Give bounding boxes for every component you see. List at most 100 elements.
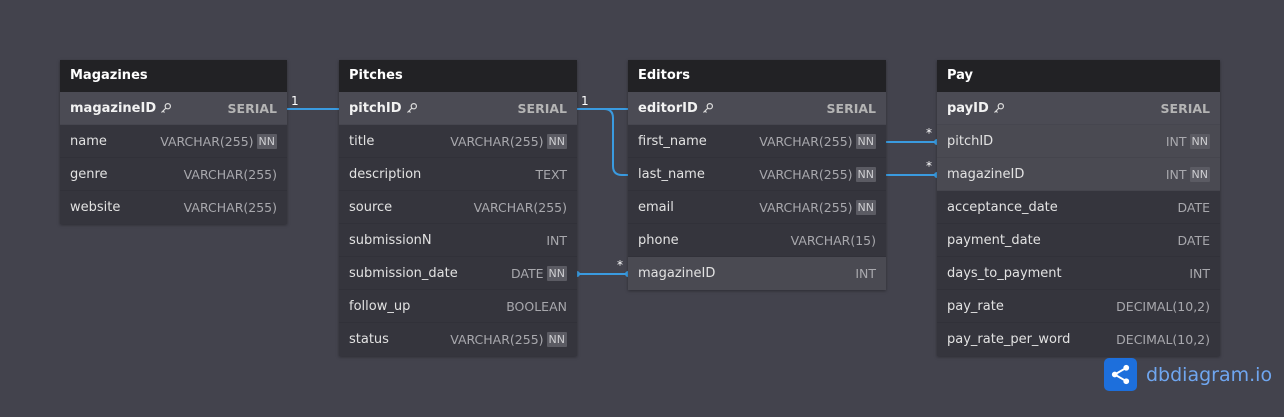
- field-row[interactable]: source VARCHAR(255): [339, 191, 577, 224]
- field-name: pitchID: [947, 134, 993, 149]
- link-pitches-editors-lastname[interactable]: [577, 108, 628, 176]
- field-type-text: VARCHAR(255): [160, 133, 254, 149]
- field-type: DATE: [1177, 233, 1210, 248]
- table-header[interactable]: Editors: [628, 60, 886, 92]
- field-type-text: VARCHAR(255): [183, 200, 277, 215]
- not-null-badge: NN: [256, 133, 277, 149]
- field-name-text: genre: [70, 166, 108, 182]
- field-type-text: VARCHAR(255): [183, 166, 277, 182]
- field-name-text: submission_date: [349, 265, 458, 281]
- field-name-text: last_name: [638, 166, 705, 182]
- field-type-text: VARCHAR(255): [759, 133, 853, 149]
- field-type-text: SERIAL: [1160, 100, 1210, 116]
- field-row[interactable]: editorID SERIAL: [628, 92, 886, 125]
- field-row[interactable]: follow_up BOOLEAN: [339, 290, 577, 323]
- field-type-text: BOOLEAN: [506, 298, 567, 314]
- field-name: payment_date: [947, 233, 1041, 248]
- table-header[interactable]: Pay: [937, 60, 1220, 92]
- field-row[interactable]: pay_rate DECIMAL(10,2): [937, 290, 1220, 323]
- field-name: payID: [947, 101, 1005, 116]
- field-type: DATE NN: [511, 265, 567, 281]
- field-row[interactable]: payID SERIAL: [937, 92, 1220, 125]
- field-type-text: DECIMAL(10,2): [1116, 332, 1210, 347]
- table-header[interactable]: Magazines: [60, 60, 287, 92]
- field-row[interactable]: submissionN INT: [339, 224, 577, 257]
- table-editors[interactable]: Editors editorID SERIAL first_name VARCHAR(2…: [628, 60, 886, 290]
- field-row[interactable]: submission_date DATE NN: [339, 257, 577, 290]
- field-type-text: DATE: [1177, 199, 1210, 215]
- field-name: genre: [70, 167, 108, 182]
- field-name-text: pitchID: [349, 100, 402, 116]
- field-type-text: SERIAL: [227, 100, 277, 116]
- field-name: pitchID: [349, 101, 418, 116]
- field-name-text: status: [349, 332, 389, 347]
- field-type: BOOLEAN: [506, 299, 567, 314]
- field-type-text: INT: [1165, 166, 1187, 182]
- not-null-badge: NN: [855, 166, 876, 182]
- field-type: VARCHAR(255) NN: [450, 133, 567, 149]
- brand-name: dbdiagram.io: [1146, 363, 1273, 386]
- field-type: SERIAL: [228, 101, 277, 116]
- field-row[interactable]: magazineID INT NN: [937, 158, 1220, 191]
- field-row[interactable]: genre VARCHAR(255): [60, 158, 287, 191]
- cardinality-one-pitches: 1: [581, 94, 589, 108]
- field-type-text: VARCHAR(255): [759, 166, 853, 182]
- field-row[interactable]: description TEXT: [339, 158, 577, 191]
- field-row[interactable]: name VARCHAR(255) NN: [60, 125, 287, 158]
- field-row[interactable]: magazineID SERIAL: [60, 92, 287, 125]
- field-name-text: title: [349, 133, 375, 149]
- table-header[interactable]: Pitches: [339, 60, 577, 92]
- key-icon: [993, 102, 1005, 114]
- key-icon: [702, 102, 714, 114]
- field-type: VARCHAR(255): [474, 200, 567, 215]
- field-name-text: first_name: [638, 133, 707, 149]
- field-name: follow_up: [349, 299, 410, 314]
- brand-logo-link[interactable]: dbdiagram.io: [1104, 358, 1272, 391]
- field-type-text: SERIAL: [517, 100, 567, 116]
- table-magazines[interactable]: Magazines magazineID SERIAL name VARCHAR(255…: [60, 60, 287, 224]
- field-row[interactable]: pitchID SERIAL: [339, 92, 577, 125]
- field-row[interactable]: website VARCHAR(255): [60, 191, 287, 224]
- field-type: SERIAL: [827, 101, 876, 116]
- field-name-text: days_to_payment: [947, 265, 1062, 281]
- field-type: SERIAL: [1161, 101, 1210, 116]
- field-row[interactable]: magazineID INT: [628, 257, 886, 290]
- not-null-badge: NN: [855, 133, 876, 149]
- field-name: source: [349, 200, 392, 215]
- field-name-text: follow_up: [349, 298, 411, 314]
- field-name-text: website: [70, 200, 121, 215]
- field-name: name: [70, 134, 107, 149]
- field-row[interactable]: email VARCHAR(255) NN: [628, 191, 886, 224]
- field-name-text: payment_date: [947, 232, 1041, 248]
- field-type-text: VARCHAR(255): [473, 199, 567, 215]
- not-null-badge: NN: [1189, 133, 1210, 149]
- field-row[interactable]: last_name VARCHAR(255) NN: [628, 158, 886, 191]
- field-row[interactable]: acceptance_date DATE: [937, 191, 1220, 224]
- field-row[interactable]: phone VARCHAR(15): [628, 224, 886, 257]
- field-row[interactable]: days_to_payment INT: [937, 257, 1220, 290]
- table-pay[interactable]: Pay payID SERIAL pitchID INT NN magazineID INT N…: [937, 60, 1220, 356]
- field-type: DECIMAL(10,2): [1116, 299, 1210, 314]
- field-name: days_to_payment: [947, 266, 1062, 281]
- table-pitches[interactable]: Pitches pitchID SERIAL title VARCHAR(255) NN d…: [339, 60, 577, 356]
- field-name-text: source: [349, 199, 393, 215]
- field-type: INT NN: [1165, 166, 1210, 182]
- field-type: TEXT: [535, 167, 567, 182]
- field-name: pay_rate: [947, 299, 1004, 314]
- field-row[interactable]: payment_date DATE: [937, 224, 1220, 257]
- field-name-text: pay_rate_per_word: [947, 332, 1071, 347]
- field-type-text: VARCHAR(255): [450, 133, 544, 149]
- not-null-badge: NN: [546, 332, 567, 347]
- field-name-text: magazineID: [638, 266, 716, 281]
- share-nodes-icon: [1104, 358, 1137, 391]
- field-row[interactable]: status VARCHAR(255) NN: [339, 323, 577, 356]
- field-name: magazineID: [638, 266, 715, 281]
- field-row[interactable]: pitchID INT NN: [937, 125, 1220, 158]
- field-row[interactable]: pay_rate_per_word DECIMAL(10,2): [937, 323, 1220, 356]
- not-null-badge: NN: [1189, 166, 1210, 182]
- field-row[interactable]: first_name VARCHAR(255) NN: [628, 125, 886, 158]
- field-type: DECIMAL(10,2): [1116, 332, 1210, 347]
- field-type: INT: [855, 266, 876, 281]
- field-name: title: [349, 134, 374, 149]
- field-row[interactable]: title VARCHAR(255) NN: [339, 125, 577, 158]
